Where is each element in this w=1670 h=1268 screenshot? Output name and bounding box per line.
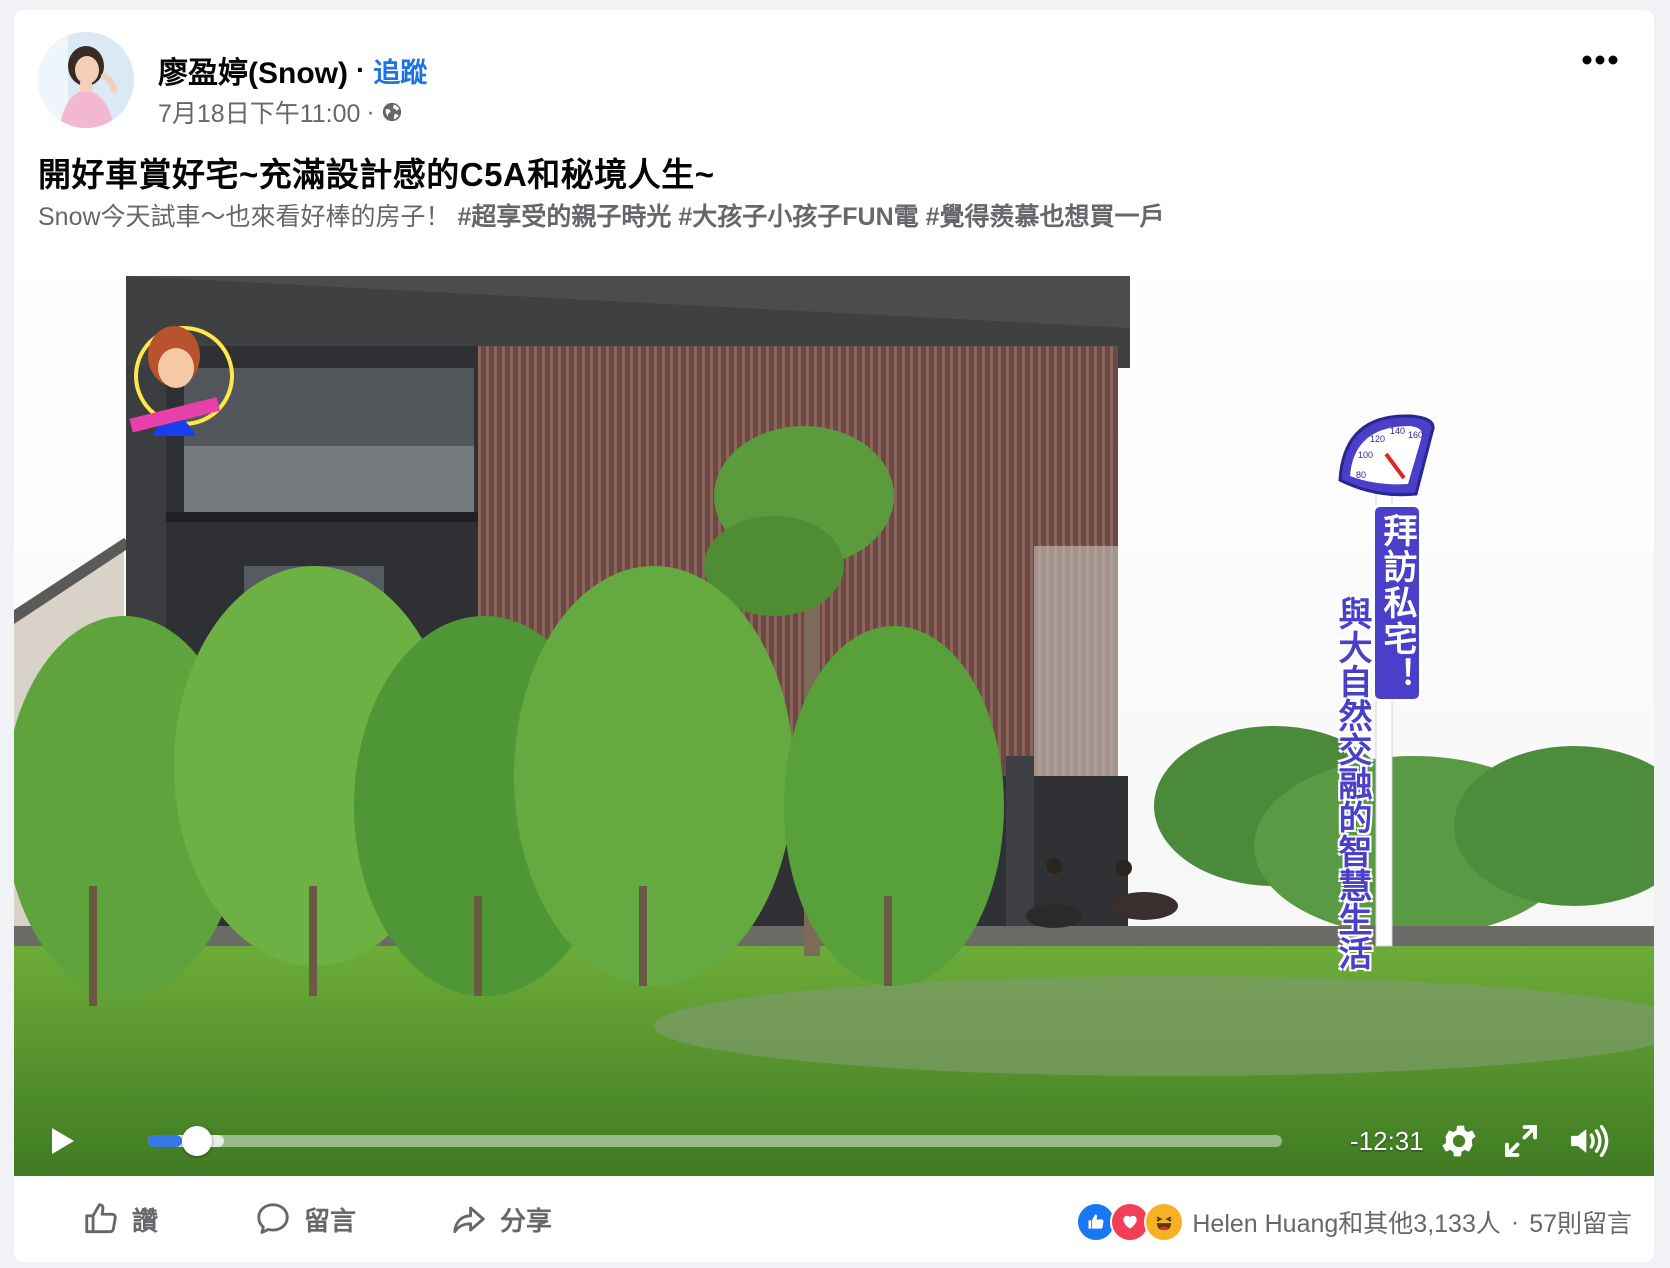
comment-button[interactable]: 留言 — [254, 1194, 356, 1244]
gear-icon — [1442, 1125, 1476, 1157]
video-frame: 80 100 120 140 160 — [14, 246, 1654, 1176]
overlay-caption-primary: 拜訪私宅！ — [1372, 504, 1422, 702]
reaction-icons — [1076, 1202, 1185, 1242]
volume-icon — [1571, 1124, 1609, 1158]
video-controls: -12:31 — [14, 1106, 1654, 1176]
meta-dot: · — [366, 97, 375, 126]
separator-dot: · — [355, 54, 366, 85]
time-remaining: -12:31 — [1350, 1126, 1424, 1156]
progress-scrubber[interactable] — [182, 1126, 212, 1156]
overlay-caption-primary-text: 拜訪私宅！ — [1378, 513, 1416, 693]
more-options-button[interactable] — [1572, 40, 1628, 80]
post-timestamp[interactable]: 7月18日下午11:00 — [158, 94, 360, 130]
comment-icon — [257, 1203, 289, 1234]
settings-button[interactable] — [1438, 1120, 1480, 1162]
post-text: Snow今天試車～也來看好棒的房子！ #超享受的親子時光 #大孩子小孩子FUN電… — [38, 197, 1165, 233]
hashtag-link[interactable]: #大孩子小孩子FUN電 — [678, 203, 918, 231]
avatar-image — [38, 32, 134, 128]
post-text-intro: Snow今天試車～也來看好棒的房子！ — [38, 203, 458, 231]
follow-button[interactable]: 追蹤 — [373, 51, 427, 90]
share-label: 分享 — [500, 1205, 553, 1236]
comments-count[interactable]: 57則留言 — [1529, 1204, 1632, 1240]
haha-reaction-icon — [1144, 1202, 1185, 1242]
play-button[interactable] — [44, 1123, 80, 1159]
volume-button[interactable] — [1566, 1120, 1609, 1162]
globe-icon[interactable] — [381, 101, 403, 123]
more-options-icon — [1582, 55, 1618, 65]
author-name[interactable]: 廖盈婷(Snow) — [158, 48, 348, 92]
video-player[interactable]: 80 100 120 140 160 拜訪私宅！ 與大自然交融的智慧生活 -12… — [14, 246, 1654, 1176]
hashtag-link[interactable]: #覺得羨慕也想買一戶 — [926, 203, 1165, 231]
play-icon — [52, 1128, 74, 1154]
speed-label: 80 — [1356, 470, 1366, 480]
post-card: 廖盈婷(Snow) · 追蹤 7月18日下午11:00 · 開好車賞好宅~充滿設… — [14, 10, 1654, 1262]
share-icon — [453, 1206, 485, 1234]
like-button[interactable]: 讚 — [82, 1194, 158, 1244]
overlay-caption-secondary-text: 與大自然交融的智慧生活 — [1333, 596, 1371, 970]
reactions-summary[interactable]: Helen Huang和其他3,133人 · 57則留言 — [1076, 1202, 1632, 1242]
speed-label: 120 — [1370, 434, 1385, 444]
progress-played — [148, 1135, 182, 1147]
hashtag-link[interactable]: #超享受的親子時光 — [457, 203, 671, 231]
overlay-caption-secondary: 與大自然交融的智慧生活 — [1330, 596, 1374, 970]
progress-bar[interactable] — [148, 1126, 1282, 1156]
fullscreen-icon — [1505, 1125, 1537, 1157]
avatar[interactable] — [38, 32, 134, 128]
reactions-count[interactable]: Helen Huang和其他3,133人 — [1192, 1204, 1501, 1240]
reactions-dot: · — [1510, 1207, 1520, 1236]
speed-label: 100 — [1358, 450, 1373, 460]
like-label: 讚 — [132, 1205, 159, 1236]
fullscreen-button[interactable] — [1500, 1120, 1542, 1162]
speed-label: 160 — [1408, 430, 1423, 440]
speed-label: 140 — [1390, 426, 1405, 436]
comment-label: 留言 — [304, 1205, 357, 1236]
post-title: 開好車賞好宅~充滿設計感的C5A和秘境人生~ — [38, 156, 715, 193]
share-button[interactable]: 分享 — [450, 1194, 552, 1244]
thumbs-up-icon — [85, 1203, 117, 1234]
post-actions: 讚 留言 分享 Helen Huang和其他3,133人 · 57則留言 — [14, 1176, 1654, 1262]
